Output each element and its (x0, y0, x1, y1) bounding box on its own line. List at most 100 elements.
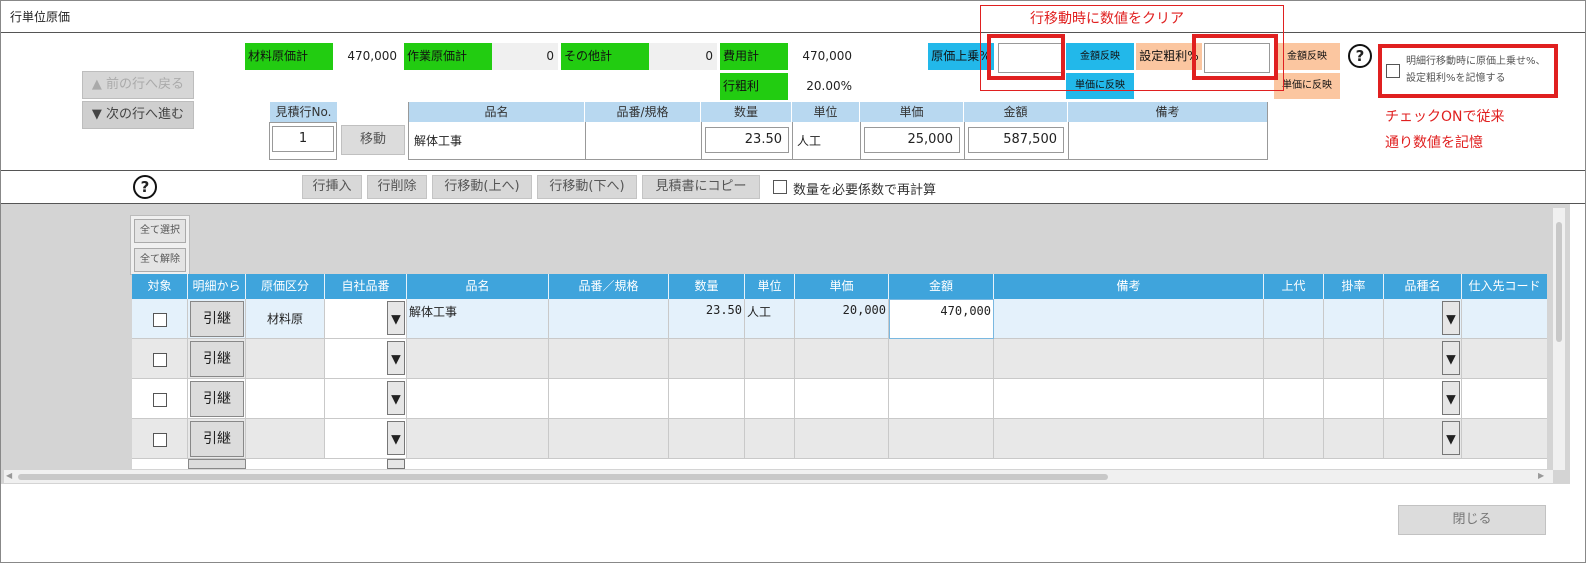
close-button[interactable]: 閉じる (1398, 505, 1546, 535)
labor-cost-value: 0 (492, 43, 558, 70)
row-name: 解体工事 (407, 299, 549, 339)
row-checkbox[interactable] (153, 353, 167, 367)
vertical-scrollbar-thumb[interactable] (1556, 222, 1562, 342)
inherit-button[interactable]: 引継 (190, 421, 244, 457)
row-amount (889, 379, 994, 419)
labor-cost-label: 作業原価計 (404, 43, 492, 70)
col-qty: 数量 (669, 274, 745, 299)
col-divider (792, 122, 793, 160)
estimate-header-unit: 単位 (792, 102, 860, 122)
move-button[interactable]: 移動 (341, 125, 405, 155)
triangle-down-icon[interactable]: ▼ (387, 301, 405, 335)
select-all-button[interactable]: 全て選択 (134, 219, 186, 243)
prev-row-button[interactable]: ▲ 前の行へ戻る (82, 71, 194, 99)
row-supplier-code (1462, 299, 1547, 339)
col-price: 単価 (795, 274, 889, 299)
next-row-button[interactable]: ▼ 次の行へ進む (82, 101, 194, 129)
col-list-price: 上代 (1264, 274, 1324, 299)
row-no-header: 見積行No. (270, 102, 338, 122)
insert-row-button[interactable]: 行挿入 (302, 175, 362, 199)
inherit-button[interactable]: 引継 (190, 301, 244, 337)
section-divider (1, 170, 1585, 171)
col-note: 備考 (994, 274, 1264, 299)
move-row-up-button[interactable]: 行移動(上へ) (432, 175, 532, 199)
horizontal-scrollbar-thumb[interactable] (18, 474, 1108, 480)
row-note (994, 419, 1264, 459)
recalc-checkbox[interactable] (773, 180, 787, 194)
row-amount (889, 419, 994, 459)
row-unit: 人工 (745, 299, 795, 339)
table-row: 引継 ▼ ▼ (132, 379, 1547, 419)
estimate-qty-input[interactable]: 23.50 (705, 127, 789, 153)
triangle-down-icon[interactable]: ▼ (387, 421, 405, 455)
triangle-down-icon[interactable]: ▼ (1442, 421, 1460, 455)
col-divider (964, 122, 965, 160)
expense-total-label: 費用計 (720, 43, 788, 70)
row-note (994, 339, 1264, 379)
row-code-spec (549, 299, 669, 339)
remember-label: 明細行移動時に原価上乗せ%、設定粗利%を記憶する (1406, 56, 1546, 84)
triangle-down-icon[interactable]: ▼ (387, 341, 405, 375)
inherit-button[interactable] (188, 459, 246, 469)
triangle-down-icon[interactable]: ▼ (1442, 301, 1460, 335)
row-list-price (1264, 419, 1324, 459)
row-qty (669, 419, 745, 459)
clear-note-text: 行移動時に数値をクリア (1030, 11, 1184, 27)
row-qty: 23.50 (669, 299, 745, 339)
row-checkbox[interactable] (153, 393, 167, 407)
row-price: 20,000 (795, 299, 889, 339)
scroll-left-icon[interactable]: ◀ (6, 471, 12, 480)
frame-divider (1, 32, 1585, 33)
material-cost-value: 470,000 (333, 43, 401, 70)
row-list-price (1264, 379, 1324, 419)
question-circle-icon[interactable]: ? (1348, 44, 1372, 68)
row-price (795, 379, 889, 419)
col-from-detail: 明細から (188, 274, 246, 299)
row-name (407, 379, 549, 419)
row-list-price (1264, 339, 1324, 379)
col-category-name: 品種名 (1384, 274, 1462, 299)
estimate-price-input[interactable]: 25,000 (864, 127, 960, 153)
triangle-down-icon[interactable]: ▼ (387, 381, 405, 415)
row-amount[interactable]: 470,000 (889, 299, 994, 339)
col-target: 対象 (132, 274, 188, 299)
row-unit (745, 379, 795, 419)
row-checkbox[interactable] (153, 313, 167, 327)
estimate-amount-input[interactable]: 587,500 (968, 127, 1064, 153)
target-margin-highlight (1192, 34, 1278, 80)
estimate-header-qty: 数量 (701, 102, 792, 122)
inherit-button[interactable]: 引継 (190, 381, 244, 417)
delete-row-button[interactable]: 行削除 (367, 175, 427, 199)
col-unit: 単位 (745, 274, 795, 299)
row-checkbox[interactable] (153, 433, 167, 447)
col-amount: 金額 (889, 274, 994, 299)
row-note (994, 379, 1264, 419)
triangle-down-icon[interactable]: ▼ (1442, 341, 1460, 375)
scroll-right-icon[interactable]: ▶ (1538, 471, 1544, 480)
row-code-spec (549, 339, 669, 379)
row-supplier-code (1462, 379, 1547, 419)
estimate-header-note: 備考 (1068, 102, 1267, 122)
copy-to-estimate-button[interactable]: 見積書にコピー (642, 175, 760, 199)
estimate-unit: 人工 (797, 134, 822, 148)
move-row-down-button[interactable]: 行移動(下へ) (537, 175, 637, 199)
col-divider (860, 122, 861, 160)
row-rate (1324, 379, 1384, 419)
row-no-input[interactable]: 1 (272, 126, 334, 152)
question-circle-icon[interactable]: ? (133, 175, 157, 199)
triangle-down-icon[interactable]: ▼ (1442, 381, 1460, 415)
col-divider (585, 122, 586, 160)
table-row: 引継 材料原 ▼ 解体工事 23.50 人工 20,000 470,000 ▼ (132, 299, 1547, 339)
remember-checkbox[interactable] (1386, 64, 1400, 78)
inherit-button[interactable]: 引継 (190, 341, 244, 377)
table-row (132, 459, 1547, 469)
row-supplier-code (1462, 419, 1547, 459)
row-rate (1324, 339, 1384, 379)
check-note-line1: チェックONで従来 (1385, 109, 1505, 125)
triangle-down-icon[interactable] (387, 459, 405, 469)
row-name (407, 339, 549, 379)
row-supplier-code (1462, 339, 1547, 379)
col-name: 品名 (407, 274, 549, 299)
col-own-code: 自社品番 (325, 274, 407, 299)
deselect-all-button[interactable]: 全て解除 (134, 248, 186, 272)
